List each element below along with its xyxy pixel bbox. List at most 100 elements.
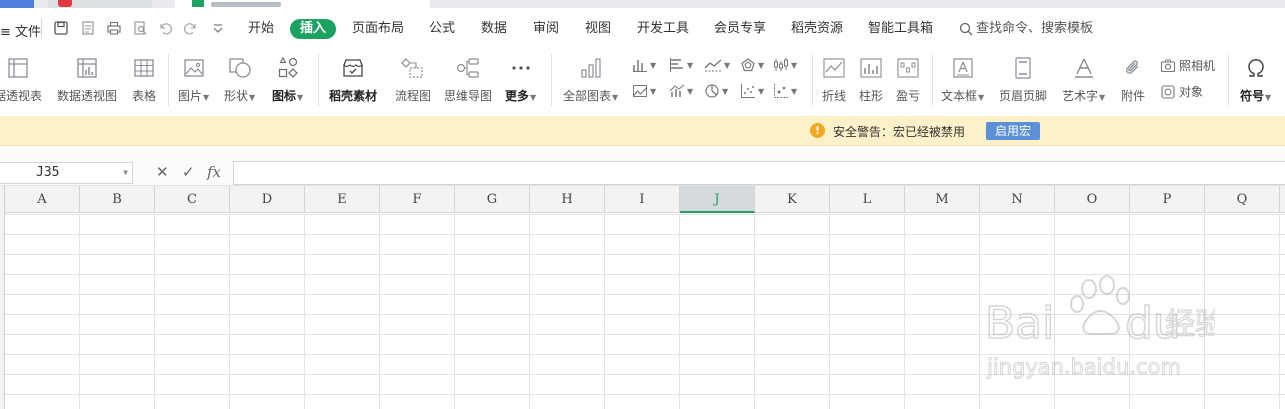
- column-header-q[interactable]: Q: [1205, 186, 1280, 213]
- scatter-chart-button[interactable]: ▼: [740, 83, 764, 99]
- sparkline-winloss-button[interactable]: 盈亏: [895, 55, 921, 104]
- flowchart-button[interactable]: 流程图: [395, 55, 431, 104]
- enable-macro-button[interactable]: 启用宏: [986, 122, 1041, 140]
- name-box[interactable]: J35 ▼: [0, 162, 133, 184]
- tab-docer-resources[interactable]: 稻壳资源: [791, 20, 843, 38]
- column-chart-button[interactable]: ▼: [632, 57, 656, 73]
- command-search[interactable]: 查找命令、搜索模板: [959, 20, 1093, 38]
- search-icon: [959, 22, 973, 36]
- symbol-button[interactable]: 符号▼: [1240, 55, 1271, 104]
- sparkline-line-button[interactable]: 折线: [821, 55, 847, 104]
- combo-chart-button[interactable]: ▼: [669, 83, 693, 99]
- column-header-j[interactable]: J: [680, 186, 755, 213]
- scatter-chart-icon: [741, 84, 755, 98]
- quick-access-separator: [41, 18, 42, 38]
- redo-icon[interactable]: [183, 20, 199, 36]
- radar-chart-button[interactable]: ▼: [740, 57, 764, 73]
- column-header-m[interactable]: M: [905, 186, 980, 213]
- tab-home[interactable]: 开始: [248, 20, 274, 38]
- pivot-chart-button[interactable]: 数据透视图: [57, 55, 117, 104]
- object-button[interactable]: 对象: [1160, 83, 1203, 100]
- tab-page-layout[interactable]: 页面布局: [352, 20, 404, 38]
- camera-button[interactable]: 照相机: [1160, 57, 1215, 74]
- combo-chart-icon: [669, 84, 685, 97]
- column-header-c[interactable]: C: [155, 186, 230, 213]
- header-footer-button[interactable]: 页眉页脚: [999, 55, 1047, 104]
- tab-developer[interactable]: 开发工具: [637, 20, 689, 38]
- column-header-b[interactable]: B: [80, 186, 155, 213]
- chevron-down-icon: ▼: [1099, 93, 1106, 102]
- tab-member[interactable]: 会员专享: [714, 20, 766, 38]
- tab-insert[interactable]: 插入: [290, 19, 337, 39]
- area-chart-icon: [633, 85, 647, 97]
- chevron-down-icon[interactable]: ▼: [123, 163, 128, 183]
- home-tab[interactable]: [0, 0, 34, 8]
- pdf-icon: [58, 0, 72, 7]
- column-header-l[interactable]: L: [830, 186, 905, 213]
- column-gridline: [679, 214, 680, 409]
- sparkline-column-button[interactable]: 柱形: [858, 55, 884, 104]
- column-header-e[interactable]: E: [305, 186, 380, 213]
- print-preview-icon[interactable]: [132, 20, 148, 36]
- attachment-button[interactable]: 附件: [1120, 55, 1146, 104]
- omega-icon: [1247, 59, 1264, 77]
- textbox-button[interactable]: 文本框▼: [941, 55, 984, 104]
- column-header-f[interactable]: F: [380, 186, 455, 213]
- formula-input[interactable]: [233, 161, 1285, 185]
- tab-review[interactable]: 审阅: [533, 20, 559, 38]
- export-pdf-icon[interactable]: [80, 20, 96, 36]
- insert-function-icon[interactable]: fx: [207, 163, 221, 181]
- all-charts-button[interactable]: 全部图表▼: [563, 55, 618, 104]
- column-header-k[interactable]: K: [755, 186, 830, 213]
- tab-formulas[interactable]: 公式: [429, 20, 455, 38]
- undo-icon[interactable]: [157, 20, 173, 36]
- column-header-g[interactable]: G: [455, 186, 530, 213]
- object-icon: [1161, 84, 1175, 99]
- pie-chart-button[interactable]: ▼: [704, 83, 728, 99]
- chevron-down-icon: ▼: [978, 93, 985, 102]
- icon-library-button[interactable]: 图标▼: [272, 55, 303, 104]
- column-header-n[interactable]: N: [980, 186, 1055, 213]
- table-button[interactable]: 表格: [131, 55, 157, 104]
- column-header-o[interactable]: O: [1055, 186, 1130, 213]
- mindmap-button[interactable]: 思维导图: [444, 55, 492, 104]
- icon-library-icon: [278, 56, 298, 78]
- pivot-table-button[interactable]: 据透视表: [0, 55, 42, 104]
- column-gridline: [829, 214, 830, 409]
- pivot-chart-icon: [77, 58, 97, 78]
- document-tab-active[interactable]: [175, 0, 430, 8]
- document-tab-title: [211, 2, 281, 7]
- bubble-chart-button[interactable]: ▼: [773, 83, 797, 99]
- tab-smart-toolbox[interactable]: 智能工具箱: [868, 20, 933, 38]
- ribbon-separator: [318, 54, 319, 106]
- area-chart-button[interactable]: ▼: [632, 83, 656, 99]
- tab-view[interactable]: 视图: [585, 20, 611, 38]
- chevron-down-icon: ▼: [1265, 93, 1272, 102]
- customize-quick-access-icon[interactable]: [210, 20, 226, 36]
- bar-chart-button[interactable]: ▼: [669, 57, 693, 73]
- column-header-a[interactable]: A: [5, 186, 80, 213]
- file-menu[interactable]: ≡ 文件: [0, 21, 41, 40]
- shape-button[interactable]: 形状▼: [224, 55, 255, 104]
- save-icon[interactable]: [53, 20, 69, 36]
- document-tab-pdf[interactable]: [48, 0, 152, 8]
- column-header-h[interactable]: H: [530, 186, 605, 213]
- print-icon[interactable]: [106, 20, 122, 36]
- formula-bar: J35 ▼ ✕ ✓ fx: [0, 146, 1285, 186]
- stock-chart-icon: [774, 58, 788, 71]
- line-chart-icon: [704, 59, 722, 72]
- column-header-i[interactable]: I: [605, 186, 680, 213]
- wordart-button[interactable]: 艺术字▼: [1062, 55, 1105, 104]
- stock-chart-button[interactable]: ▼: [773, 57, 797, 73]
- line-chart-button[interactable]: ▼: [704, 57, 730, 73]
- column-header-p[interactable]: P: [1130, 186, 1205, 213]
- insert-ribbon: 据透视表 数据透视图 表格 图片▼ 形状▼ 图标▼ 稻壳素材 流程图 思维导图 …: [0, 50, 1285, 116]
- cancel-icon[interactable]: ✕: [156, 163, 169, 181]
- docer-material-button[interactable]: 稻壳素材: [329, 55, 377, 104]
- more-button[interactable]: 更多▼: [505, 55, 536, 104]
- picture-button[interactable]: 图片▼: [178, 55, 209, 104]
- check-icon[interactable]: ✓: [182, 163, 195, 181]
- column-header-d[interactable]: D: [230, 186, 305, 213]
- pie-chart-icon: [705, 84, 719, 98]
- tab-data[interactable]: 数据: [481, 20, 507, 38]
